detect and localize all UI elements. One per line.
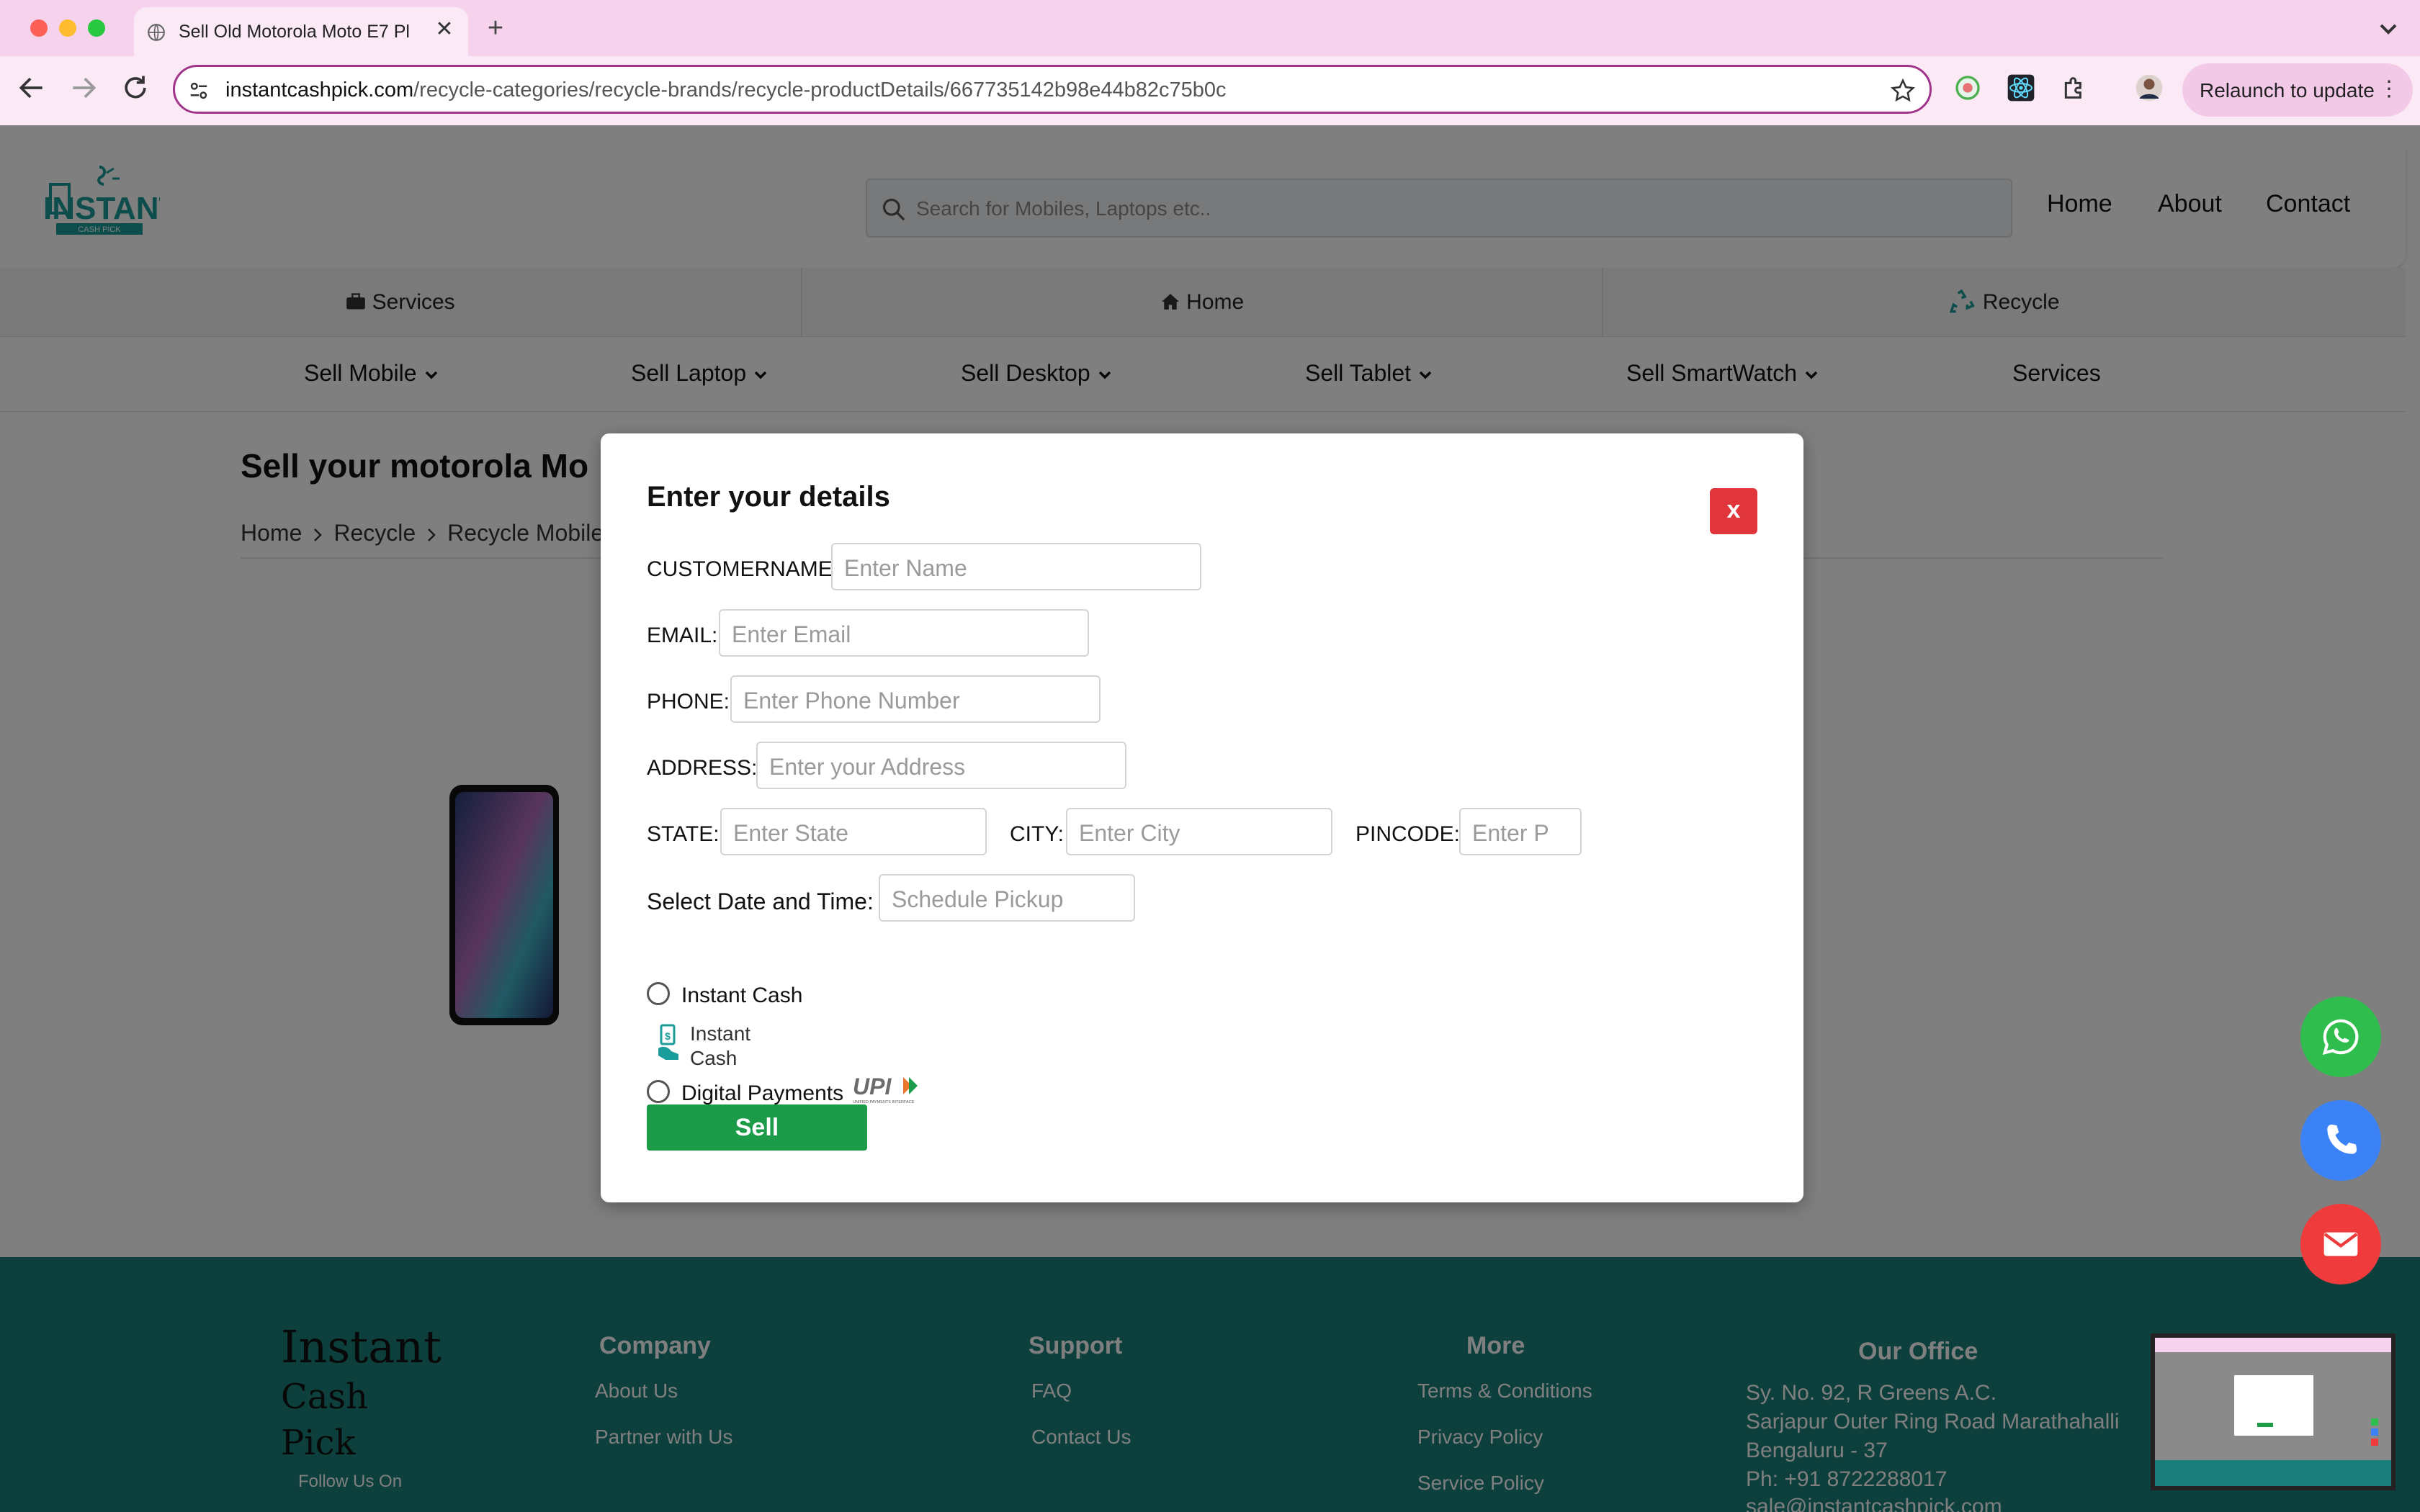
tab-title: Sell Old Motorola Moto E7 Plus <box>179 22 411 42</box>
pincode-input[interactable]: Enter P <box>1459 808 1582 855</box>
city-placeholder: Enter City <box>1079 820 1180 846</box>
email-input[interactable]: Enter Email <box>719 609 1089 657</box>
schedule-pickup-placeholder: Schedule Pickup <box>892 886 1064 912</box>
extensions-puzzle-icon[interactable] <box>2060 73 2089 102</box>
browser-toolbar: instantcashpick.com/recycle-categories/r… <box>0 56 2420 125</box>
upi-text: UPI <box>853 1074 892 1099</box>
minimize-window-button[interactable] <box>59 19 76 37</box>
customer-name-placeholder: Enter Name <box>844 555 967 581</box>
city-input[interactable]: Enter City <box>1066 808 1332 855</box>
address-label: ADDRESS: <box>647 756 758 780</box>
state-input[interactable]: Enter State <box>720 808 987 855</box>
whatsapp-icon <box>2322 1019 2359 1056</box>
relaunch-label: Relaunch to update <box>2200 79 2375 102</box>
whatsapp-button[interactable] <box>2300 996 2381 1077</box>
instant-cash-label: Instant Cash <box>681 984 803 1007</box>
globe-icon <box>148 24 165 41</box>
new-tab-button[interactable]: + <box>481 14 510 43</box>
tab-search-chevron-icon[interactable] <box>2374 14 2403 43</box>
screenshot-thumbnail[interactable] <box>2151 1333 2396 1490</box>
url-text: instantcashpick.com/recycle-categories/r… <box>225 78 1227 102</box>
url-path: /recycle-categories/recycle-brands/recyc… <box>413 78 1227 102</box>
phone-label: PHONE: <box>647 690 730 714</box>
back-arrow-icon[interactable] <box>16 72 48 104</box>
address-bar[interactable]: instantcashpick.com/recycle-categories/r… <box>173 65 1932 114</box>
relaunch-to-update-button[interactable]: Relaunch to update ⋮ <box>2182 63 2413 117</box>
browser-tab[interactable]: Sell Old Motorola Moto E7 Plus ✕ <box>134 7 468 56</box>
email-button[interactable] <box>2300 1204 2381 1284</box>
reload-icon[interactable] <box>120 72 151 104</box>
extension-camera-icon[interactable] <box>1953 73 1982 102</box>
instant-cash-radio[interactable] <box>647 982 670 1005</box>
phone-icon <box>2327 1124 2357 1154</box>
digital-payments-radio[interactable] <box>647 1080 670 1103</box>
phone-input[interactable]: Enter Phone Number <box>730 675 1101 723</box>
address-placeholder: Enter your Address <box>769 754 966 780</box>
digital-payments-label: Digital Payments <box>681 1081 844 1105</box>
instant-cash-icon-line2: Cash <box>690 1047 738 1069</box>
close-window-button[interactable] <box>30 19 48 37</box>
svg-text:$: $ <box>665 1030 671 1042</box>
customer-name-label: CUSTOMERNAME: <box>647 557 839 581</box>
maximize-window-button[interactable] <box>88 19 105 37</box>
mail-icon <box>2323 1232 2358 1256</box>
forward-arrow-icon[interactable] <box>68 72 99 104</box>
modal-title: Enter your details <box>647 481 890 513</box>
email-label: EMAIL: <box>647 624 718 647</box>
call-button[interactable] <box>2300 1100 2381 1181</box>
react-devtools-icon[interactable] <box>2007 73 2035 102</box>
bookmark-star-icon[interactable] <box>1891 78 1915 103</box>
state-label: STATE: <box>647 822 720 846</box>
pincode-label: PINCODE: <box>1355 822 1461 846</box>
details-modal: Enter your details x CUSTOMERNAME: Enter… <box>601 433 1803 1202</box>
tab-close-icon[interactable]: ✕ <box>432 17 457 42</box>
thumbnail-preview <box>2155 1338 2391 1486</box>
site-info-icon[interactable] <box>188 80 210 102</box>
sell-button[interactable]: Sell <box>647 1104 867 1151</box>
browser-menu-icon[interactable]: ⋮ <box>2378 76 2400 102</box>
address-input[interactable]: Enter your Address <box>756 742 1126 789</box>
customer-name-input[interactable]: Enter Name <box>831 543 1201 590</box>
email-placeholder: Enter Email <box>732 621 851 647</box>
upi-logo: UPI UNIFIED PAYMENTS INTERFACE <box>853 1074 918 1104</box>
schedule-pickup-input[interactable]: Schedule Pickup <box>879 874 1135 922</box>
cash-in-hand-icon: $ <box>658 1024 678 1060</box>
state-placeholder: Enter State <box>733 820 849 846</box>
modal-close-button[interactable]: x <box>1710 488 1757 534</box>
datetime-label: Select Date and Time: <box>647 888 874 914</box>
web-page: INSTANT CASH PICK Search for Mobiles, La… <box>0 125 2420 1512</box>
url-host: instantcashpick.com <box>225 78 414 102</box>
browser-tabstrip: Sell Old Motorola Moto E7 Plus ✕ + <box>0 0 2420 56</box>
pincode-placeholder: Enter P <box>1472 820 1549 846</box>
phone-placeholder: Enter Phone Number <box>743 688 960 714</box>
profile-avatar[interactable] <box>2135 73 2164 102</box>
city-label: CITY: <box>1010 822 1065 846</box>
instant-cash-icon-line1: Instant <box>690 1022 751 1045</box>
